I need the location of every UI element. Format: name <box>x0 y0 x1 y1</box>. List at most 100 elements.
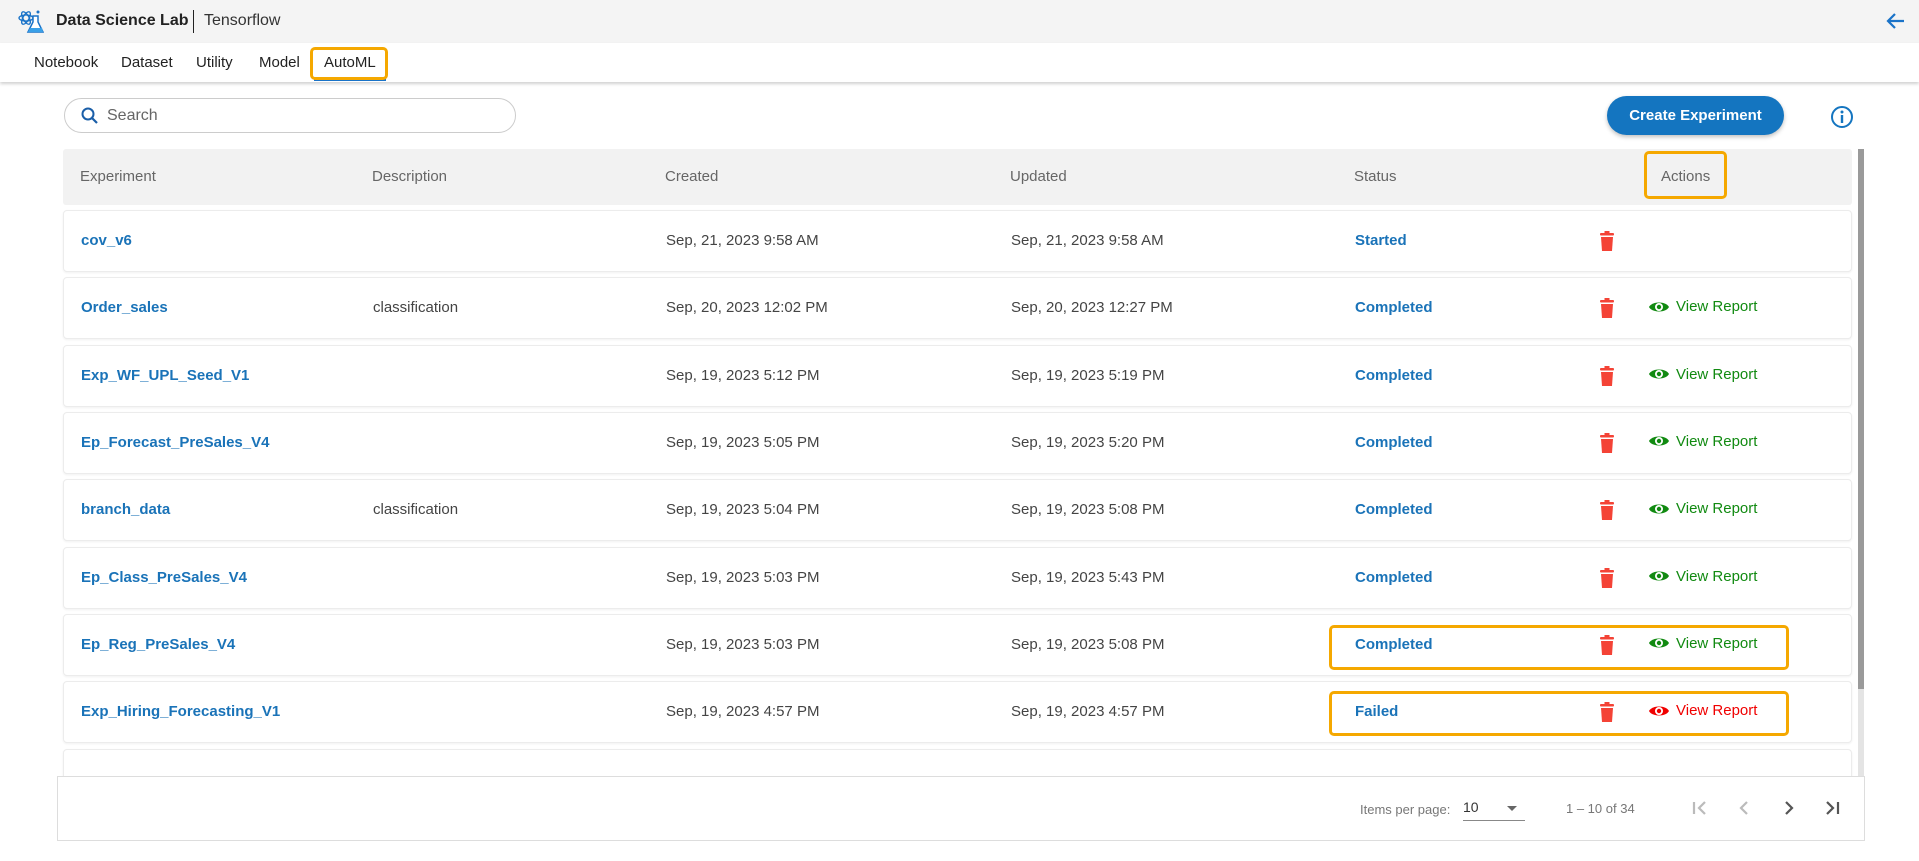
experiment-name-link[interactable]: cov_v6 <box>81 232 132 249</box>
status-badge: Failed <box>1355 703 1399 721</box>
tab-model[interactable]: Model <box>259 54 300 71</box>
delete-trash-icon[interactable] <box>1599 702 1615 723</box>
last-page-icon[interactable] <box>1819 794 1847 822</box>
delete-trash-icon[interactable] <box>1599 298 1615 319</box>
status-badge: Completed <box>1355 568 1433 586</box>
delete-trash-icon[interactable] <box>1599 567 1615 588</box>
tab-automl[interactable]: AutoML <box>314 54 386 81</box>
table-row: Exp_WF_UPL_Seed_V1 Sep, 19, 2023 5:12 PM… <box>63 344 1852 407</box>
eye-icon <box>1649 369 1669 379</box>
created-date: Sep, 19, 2023 5:03 PM <box>666 635 820 653</box>
view-report-label: View Report <box>1676 567 1758 585</box>
table-row: Exp_Hiring_Forecasting_V1 Sep, 19, 2023 … <box>63 681 1852 744</box>
updated-date: Sep, 19, 2023 5:20 PM <box>1011 433 1165 451</box>
view-report-label: View Report <box>1676 634 1758 652</box>
table-row: cov_v6 Sep, 21, 2023 9:58 AM Sep, 21, 20… <box>63 210 1852 272</box>
table-row: Ep_Reg_PreSales_V4 Sep, 19, 2023 5:03 PM… <box>63 613 1852 676</box>
view-report-link[interactable]: View Report <box>1648 635 1757 652</box>
view-report-link[interactable]: View Report <box>1648 500 1757 517</box>
status-badge: Completed <box>1355 299 1433 317</box>
delete-trash-icon[interactable] <box>1599 634 1615 655</box>
search-box[interactable] <box>64 98 516 133</box>
created-date: Sep, 19, 2023 4:57 PM <box>666 703 820 721</box>
updated-date: Sep, 19, 2023 5:08 PM <box>1011 635 1165 653</box>
view-report-link[interactable]: View Report <box>1648 433 1757 450</box>
updated-date: Sep, 19, 2023 5:43 PM <box>1011 568 1165 586</box>
updated-date: Sep, 20, 2023 12:27 PM <box>1011 299 1173 317</box>
scrollbar-thumb[interactable] <box>1858 149 1864 689</box>
eye-icon <box>1649 571 1669 581</box>
updated-date: Sep, 21, 2023 9:58 AM <box>1011 232 1164 249</box>
tab-utility[interactable]: Utility <box>196 54 233 71</box>
eye-icon <box>1649 436 1669 446</box>
experiment-name-link[interactable]: Exp_Hiring_Forecasting_V1 <box>81 703 280 720</box>
table-row: Order_sales classification Sep, 20, 2023… <box>63 277 1852 340</box>
experiment-name-link[interactable]: Exp_WF_UPL_Seed_V1 <box>81 367 249 384</box>
view-report-label: View Report <box>1676 365 1758 383</box>
view-report-link[interactable]: View Report <box>1648 298 1757 315</box>
updated-date: Sep, 19, 2023 5:08 PM <box>1011 501 1165 519</box>
title-divider <box>193 10 194 33</box>
caret-down-icon <box>1507 806 1517 811</box>
column-header-actions: Actions <box>1661 168 1711 185</box>
info-icon[interactable] <box>1830 105 1854 129</box>
updated-date: Sep, 19, 2023 4:57 PM <box>1011 703 1165 721</box>
status-badge: Completed <box>1355 635 1433 653</box>
create-experiment-button[interactable]: Create Experiment <box>1607 96 1784 135</box>
science-flask-logo-icon <box>18 10 44 33</box>
column-header-created[interactable]: Created <box>665 168 718 185</box>
view-report-label: View Report <box>1676 298 1758 316</box>
search-icon <box>81 107 98 124</box>
previous-page-icon[interactable] <box>1730 794 1758 822</box>
view-report-label: View Report <box>1676 500 1758 518</box>
next-page-icon[interactable] <box>1775 794 1803 822</box>
delete-trash-icon[interactable] <box>1599 365 1615 386</box>
created-date: Sep, 19, 2023 5:04 PM <box>666 501 820 519</box>
status-badge: Started <box>1355 232 1407 249</box>
tab-bar: Notebook Dataset Utility Model AutoML <box>0 43 1919 82</box>
delete-trash-icon[interactable] <box>1599 231 1615 251</box>
delete-trash-icon[interactable] <box>1599 500 1615 521</box>
column-header-status[interactable]: Status <box>1354 168 1397 185</box>
app-title: Data Science Lab <box>56 12 189 29</box>
page-range-label: 1 – 10 of 34 <box>1566 801 1635 816</box>
experiment-description: classification <box>373 299 459 317</box>
created-date: Sep, 19, 2023 5:12 PM <box>666 366 820 384</box>
table-row: Ep_Forecast_PreSales_V4 Sep, 19, 2023 5:… <box>63 411 1852 474</box>
experiment-name-link[interactable]: Ep_Reg_PreSales_V4 <box>81 636 235 653</box>
view-report-link[interactable]: View Report <box>1648 568 1757 585</box>
experiment-name-link[interactable]: branch_data <box>81 501 170 518</box>
experiment-name-link[interactable]: Ep_Class_PreSales_V4 <box>81 569 247 586</box>
table-header: Experiment Description Created Updated S… <box>63 149 1852 205</box>
column-header-updated[interactable]: Updated <box>1010 168 1067 185</box>
status-badge: Completed <box>1355 501 1433 519</box>
delete-trash-icon[interactable] <box>1599 432 1615 453</box>
view-report-link[interactable]: View Report <box>1648 366 1757 383</box>
experiment-name-link[interactable]: Ep_Forecast_PreSales_V4 <box>81 434 269 451</box>
status-badge: Completed <box>1355 366 1433 384</box>
search-input[interactable] <box>107 105 497 127</box>
tab-dataset[interactable]: Dataset <box>121 54 173 71</box>
created-date: Sep, 20, 2023 12:02 PM <box>666 299 828 317</box>
top-bar: Data Science Lab Tensorflow <box>0 0 1919 43</box>
view-report-label: View Report <box>1676 702 1758 720</box>
view-report-link[interactable]: View Report <box>1648 702 1757 719</box>
first-page-icon[interactable] <box>1685 794 1713 822</box>
table-row: branch_data classification Sep, 19, 2023… <box>63 479 1852 542</box>
items-per-page-label: Items per page: <box>1360 802 1451 817</box>
status-badge: Completed <box>1355 433 1433 451</box>
items-per-page-select[interactable]: 10 <box>1463 799 1525 821</box>
eye-icon <box>1649 504 1669 514</box>
paginator: Items per page: 10 1 – 10 of 34 <box>57 776 1865 841</box>
view-report-label: View Report <box>1676 432 1758 450</box>
items-per-page-value: 10 <box>1463 799 1479 815</box>
experiment-description: classification <box>373 501 459 519</box>
eye-icon <box>1649 638 1669 648</box>
arrow-left-icon[interactable] <box>1884 9 1908 33</box>
vertical-scrollbar[interactable] <box>1858 149 1864 776</box>
column-header-description[interactable]: Description <box>372 168 447 185</box>
tab-notebook[interactable]: Notebook <box>34 54 98 71</box>
experiment-name-link[interactable]: Order_sales <box>81 299 168 316</box>
column-header-experiment[interactable]: Experiment <box>80 168 156 185</box>
eye-icon <box>1649 706 1669 716</box>
